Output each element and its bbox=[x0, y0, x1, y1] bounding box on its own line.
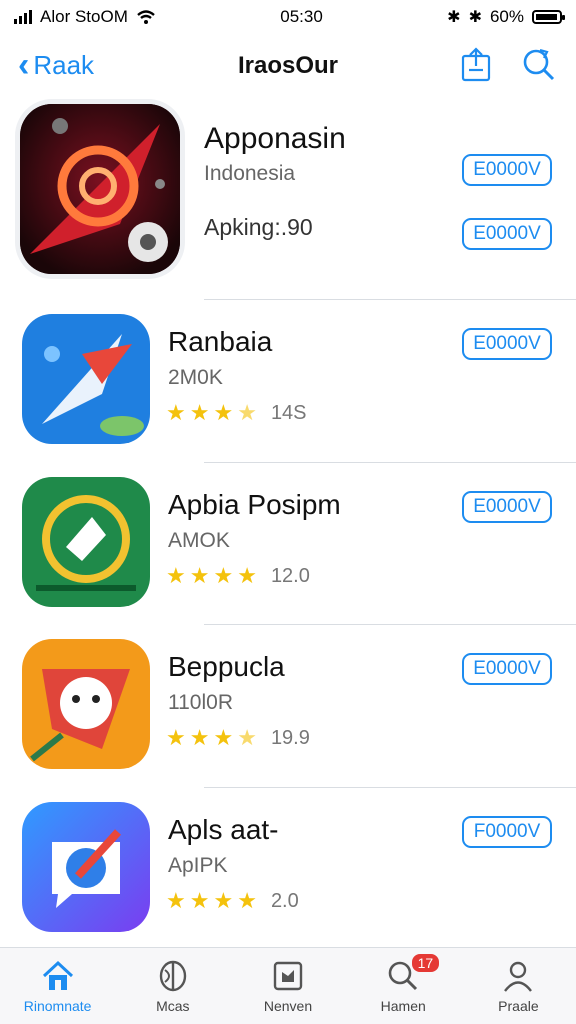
star-icon: ★ bbox=[237, 563, 257, 588]
app-subtitle: Indonesia bbox=[204, 162, 296, 185]
app-name: Apponasin bbox=[204, 122, 346, 155]
star-icon: ★ bbox=[189, 563, 210, 588]
star-rating: ★ ★ ★ ★ 2.0 bbox=[166, 888, 299, 914]
star-icon: ★ bbox=[166, 563, 186, 588]
star-rating: ★ ★ ★ ★ 12.0 bbox=[166, 563, 310, 589]
tab-label: Rinomnate bbox=[23, 998, 92, 1014]
star-rating: ★ ★ ★ ★ 19.9 bbox=[166, 725, 310, 751]
navigation-bar: ‹ Raak IraosOur bbox=[0, 36, 576, 96]
app-rating-text: Apking:.90 bbox=[204, 214, 313, 240]
tab-bar: Rinomnate Mcas Nenven 17 Hamen Praale bbox=[0, 947, 576, 1024]
list-item[interactable]: Apponasin Indonesia Apking:.90 E0000V E0… bbox=[0, 100, 576, 300]
half-star-icon: ★ bbox=[237, 400, 257, 425]
star-icon: ★ bbox=[237, 888, 257, 913]
list-item[interactable]: Beppucla 110l0R ★ ★ ★ ★ 19.9 E0000V bbox=[0, 625, 576, 788]
star-rating: ★ ★ ★ ★ 14S bbox=[166, 400, 307, 426]
list-item[interactable]: Ranbaia 2M0K ★ ★ ★ ★ 14S E0000V bbox=[0, 300, 576, 463]
app-subtitle: 2M0K bbox=[168, 366, 223, 389]
notification-badge: 17 bbox=[411, 954, 440, 972]
rating-count: 12.0 bbox=[270, 564, 310, 587]
app-name: Beppucla bbox=[168, 651, 285, 682]
star-icon: ★ bbox=[166, 725, 186, 750]
wifi-icon bbox=[137, 10, 155, 24]
signal-icon bbox=[14, 10, 32, 24]
get-button[interactable]: E0000V bbox=[462, 328, 552, 360]
tab-label: Praale bbox=[498, 998, 539, 1014]
get-button[interactable]: E0000V bbox=[462, 653, 552, 685]
star-icon: ★ bbox=[166, 888, 186, 913]
share-icon[interactable] bbox=[458, 46, 494, 82]
battery-icon bbox=[532, 10, 565, 24]
bluetooth-icon: ✱ bbox=[468, 9, 482, 26]
list-item[interactable]: Apls aat- ApIPK ★ ★ ★ ★ 2.0 F0000V bbox=[0, 788, 576, 948]
star-icon: ★ bbox=[166, 400, 186, 425]
rating-count: 14S bbox=[270, 401, 307, 424]
star-icon: ★ bbox=[213, 400, 234, 425]
app-icon bbox=[22, 314, 150, 444]
tab-hamen[interactable]: 17 Hamen bbox=[346, 948, 461, 1024]
profile-icon bbox=[504, 961, 533, 992]
bluetooth-icon: ✱ bbox=[447, 9, 461, 26]
app-subtitle: 110l0R bbox=[168, 691, 233, 714]
home-icon bbox=[42, 960, 73, 990]
app-subtitle: ApIPK bbox=[168, 854, 228, 877]
tab-profile[interactable]: Praale bbox=[461, 948, 576, 1024]
status-bar: Alor StoOM 05:30 ✱ ✱ 60% bbox=[0, 0, 576, 34]
app-subtitle: AMOK bbox=[168, 529, 230, 552]
layers-icon bbox=[159, 960, 186, 992]
app-icon bbox=[22, 802, 150, 932]
tab-label: Mcas bbox=[156, 998, 190, 1014]
star-icon: ★ bbox=[189, 725, 210, 750]
star-icon: ★ bbox=[213, 725, 234, 750]
tab-label: Nenven bbox=[263, 998, 313, 1014]
star-icon: ★ bbox=[213, 888, 234, 913]
tab-mcas[interactable]: Mcas bbox=[115, 948, 230, 1024]
half-star-icon: ★ bbox=[237, 725, 257, 750]
rating-count: 2.0 bbox=[270, 889, 299, 912]
get-button[interactable]: E0000V bbox=[462, 154, 552, 186]
app-icon bbox=[22, 477, 150, 607]
star-icon: ★ bbox=[213, 563, 234, 588]
app-icon bbox=[20, 104, 180, 274]
status-time: 05:30 bbox=[280, 7, 323, 26]
tab-nenven[interactable]: Nenven bbox=[230, 948, 345, 1024]
tab-home[interactable]: Rinomnate bbox=[0, 948, 115, 1024]
get-button[interactable]: E0000V bbox=[462, 218, 552, 250]
list-item[interactable]: Apbia Posipm AMOK ★ ★ ★ ★ 12.0 E0000V bbox=[0, 463, 576, 625]
app-name: Apls aat- bbox=[168, 814, 279, 845]
star-icon: ★ bbox=[189, 888, 210, 913]
app-icon bbox=[22, 639, 150, 769]
store-icon bbox=[273, 961, 303, 991]
app-name: Apbia Posipm bbox=[168, 489, 341, 520]
get-button[interactable]: F0000V bbox=[462, 816, 552, 848]
get-button[interactable]: E0000V bbox=[462, 491, 552, 523]
app-name: Ranbaia bbox=[168, 326, 273, 357]
carrier-label: Alor StoOM bbox=[40, 7, 128, 26]
search-refresh-icon[interactable] bbox=[520, 46, 556, 82]
star-icon: ★ bbox=[189, 400, 210, 425]
battery-percent: 60% bbox=[489, 7, 524, 26]
tab-label: Hamen bbox=[380, 998, 426, 1014]
rating-count: 19.9 bbox=[270, 726, 310, 749]
